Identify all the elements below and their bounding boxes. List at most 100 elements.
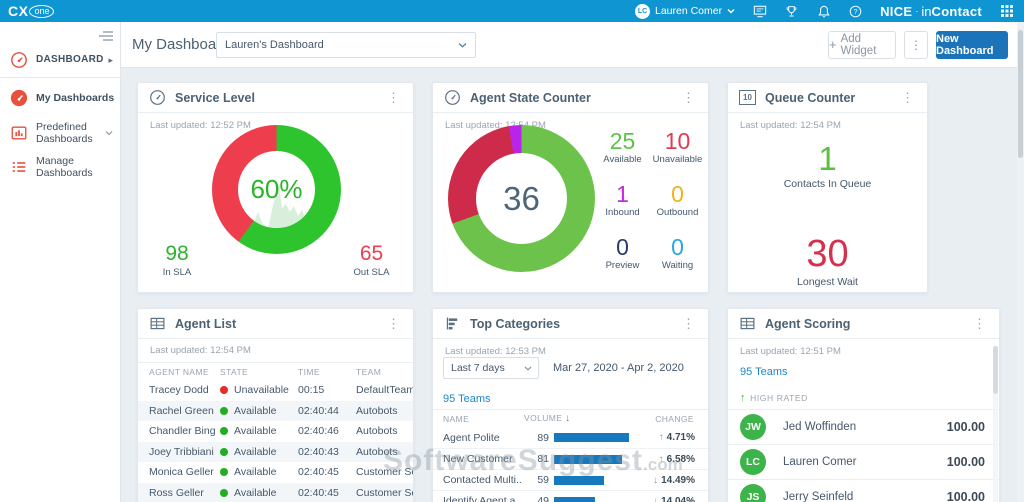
last-updated: Last updated: 12:54 PM	[138, 339, 413, 363]
kebab-icon[interactable]: ⋮	[680, 90, 697, 106]
dashboard-toolbar: My Dashboards Lauren's Dashboard + Add W…	[121, 22, 1024, 68]
agent-state: Available	[220, 446, 298, 458]
column-header-volume[interactable]: VOLUME ↓	[521, 413, 570, 424]
category-volume: 49	[521, 495, 549, 502]
category-name: New Customer	[433, 453, 521, 465]
new-dashboard-label: New Dashboard	[936, 33, 1008, 57]
brand-contact: Contact	[932, 4, 983, 19]
sidebar-item-my-dashboards[interactable]: My Dashboards	[0, 84, 121, 112]
contacts-in-queue-value: 1	[728, 140, 927, 178]
bell-icon[interactable]	[816, 4, 831, 19]
scrollbar-thumb[interactable]	[1018, 30, 1023, 158]
status-dot	[220, 489, 228, 497]
change-percent: 4.71%	[667, 432, 695, 443]
stat-value: 0	[652, 182, 703, 206]
sidebar-collapse-icon[interactable]	[99, 29, 113, 41]
teams-link[interactable]: 95 Teams	[443, 393, 491, 405]
stat-value: 0	[652, 235, 703, 259]
agent-state-stat: 0 Outbound	[652, 182, 703, 218]
widget-title: Queue Counter	[765, 91, 855, 105]
volume-bar	[554, 476, 604, 485]
sidebar-item-predefined-dashboards[interactable]: Predefined Dashboards	[0, 116, 121, 150]
kebab-icon[interactable]: ⋮	[899, 90, 916, 106]
date-range-text: Mar 27, 2020 - Apr 2, 2020	[553, 362, 684, 374]
arrow-up-icon: ↑	[659, 432, 664, 443]
in-sla-stat: 98 In SLA	[152, 242, 202, 278]
gauge-solid-icon	[10, 89, 28, 107]
widget-agent-list: Agent List ⋮ Last updated: 12:54 PM AGEN…	[137, 308, 414, 502]
column-header: TIME	[298, 367, 356, 377]
avatar: JW	[740, 414, 766, 440]
sidebar-item-dashboard[interactable]: DASHBOARD ▸	[0, 44, 121, 76]
section-text: HIGH RATED	[750, 393, 808, 403]
sidebar-item-label: DASHBOARD	[36, 54, 104, 66]
page-scrollbar[interactable]	[1017, 22, 1024, 502]
change-percent: 14.49%	[661, 475, 695, 486]
widget-scrollbar[interactable]	[993, 346, 998, 502]
kebab-icon[interactable]: ⋮	[680, 316, 697, 332]
out-sla-label: Out SLA	[344, 267, 399, 278]
widget-header: 10 Queue Counter ⋮	[728, 83, 927, 113]
agent-name: Jed Woffinden	[783, 421, 856, 433]
widget-agent-scoring: Agent Scoring ⋮ Last updated: 12:51 PM 9…	[727, 308, 1000, 502]
trophy-icon[interactable]	[784, 4, 799, 19]
column-header-name[interactable]: NAME	[433, 414, 521, 424]
category-name: Agent Polite	[433, 432, 521, 444]
dashboard-select[interactable]: Lauren's Dashboard	[216, 32, 476, 58]
column-header-change[interactable]: CHANGE	[655, 414, 708, 424]
date-range-value: Last 7 days	[451, 362, 505, 374]
agent-time: 02:40:46	[298, 425, 356, 437]
user-menu[interactable]: LC Lauren Comer	[635, 4, 735, 19]
status-dot	[220, 386, 228, 394]
widget-title: Agent List	[175, 317, 236, 331]
widget-header: Agent List ⋮	[138, 309, 413, 339]
stat-label: Preview	[597, 260, 648, 271]
sidebar-item-manage-dashboards[interactable]: Manage Dashboards	[0, 154, 121, 180]
agent-state-stat: 25 Available	[597, 129, 648, 165]
state-label: Available	[234, 446, 276, 458]
service-level-percent: 60%	[250, 174, 302, 205]
agent-state: Unavailable	[220, 384, 298, 396]
service-level-donut: 60%	[212, 125, 341, 254]
scoring-row: LC Lauren Comer 100.00	[728, 444, 999, 479]
agent-time: 00:15	[298, 384, 356, 396]
sidebar-item-label: Predefined Dashboards	[36, 121, 94, 145]
new-dashboard-button[interactable]: New Dashboard	[936, 31, 1008, 59]
toolbar-kebab-button[interactable]: ⋮	[904, 31, 928, 59]
help-icon[interactable]: ?	[848, 4, 863, 19]
category-volume: 81	[521, 453, 549, 465]
widget-title: Service Level	[175, 91, 255, 105]
app-grid-icon[interactable]	[999, 4, 1014, 19]
agent-team: DefaultTeam	[356, 384, 413, 396]
out-sla-value: 65	[344, 242, 399, 266]
agent-score: 100.00	[947, 455, 985, 469]
stat-value: 10	[652, 129, 703, 153]
last-updated: Last updated: 12:53 PM	[433, 339, 708, 357]
teams-link[interactable]: 95 Teams	[740, 366, 788, 378]
column-header: STATE	[220, 367, 298, 377]
stat-value: 1	[597, 182, 648, 206]
top-app-bar: CXone LC Lauren Comer ? NICE·inContact	[0, 0, 1024, 22]
brand-nice: NICE	[880, 4, 912, 19]
scrollbar-thumb[interactable]	[993, 346, 998, 394]
status-dot	[220, 448, 228, 456]
arrow-right-icon: ▸	[108, 55, 113, 66]
kebab-icon[interactable]: ⋮	[385, 316, 402, 332]
state-label: Available	[234, 487, 276, 499]
widget-title: Top Categories	[470, 317, 560, 331]
gauge-outline-icon	[10, 51, 28, 69]
longest-wait-value: 30	[728, 233, 927, 276]
last-updated: Last updated: 12:51 PM	[740, 346, 841, 357]
kebab-icon[interactable]: ⋮	[385, 90, 402, 106]
widget-header: Service Level ⋮	[138, 83, 413, 113]
add-widget-button[interactable]: + Add Widget	[828, 31, 896, 59]
widget-header: Agent State Counter ⋮	[433, 83, 708, 113]
stat-label: Available	[597, 154, 648, 165]
kebab-icon[interactable]: ⋮	[971, 316, 988, 332]
agent-time: 02:40:43	[298, 446, 356, 458]
kebab-icon: ⋮	[910, 38, 922, 52]
agent-score: 100.00	[947, 490, 985, 502]
widget-header: Top Categories ⋮	[433, 309, 708, 339]
monitor-icon[interactable]	[752, 4, 767, 19]
date-range-select[interactable]: Last 7 days	[443, 357, 539, 379]
